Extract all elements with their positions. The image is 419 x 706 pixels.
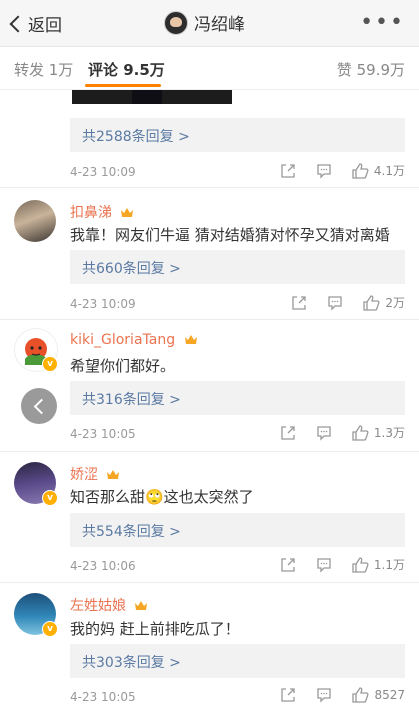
comment-button[interactable] [316,687,332,703]
chevron-left-icon [33,398,50,415]
reply-count-link[interactable]: 共660条回复 > [82,258,181,278]
tab-repost[interactable]: 转发 1万 [14,59,73,80]
comment-actions: 4.1万 [260,162,405,179]
verified-badge-icon: v [42,621,58,637]
tab-bar: 转发 1万 评论 9.5万 赞 59.9万 [0,47,419,90]
page-title: 冯绍峰 [164,10,245,35]
comment-username[interactable]: 左姓姑娘 [70,595,148,615]
like-count: 4.1万 [373,164,405,178]
crown-icon [107,470,120,479]
like-count: 2万 [385,296,405,310]
comment-button[interactable] [316,425,332,441]
avatar[interactable] [14,200,56,242]
crown-icon [135,601,148,610]
reply-count-link[interactable]: 共316条回复 > [82,389,181,409]
reply-count-link[interactable]: 共2588条回复 > [82,126,190,146]
comment-item: v kiki_GloriaTang 希望你们都好。 共316条回复 > 4-23… [0,320,419,451]
share-icon [281,163,295,178]
comment-icon [328,295,343,311]
comment-feed[interactable]: 共2588条回复 > 4-23 10:09 4.1万 扣鼻涕 我靠！网友们牛逼 … [0,90,419,706]
comment-icon [317,688,332,703]
share-button[interactable] [280,425,296,441]
share-icon [281,557,295,572]
comment-button[interactable] [316,557,332,573]
comment-text: 知否那么甜🙄这也太突然了 [70,488,254,506]
comment-actions: 1.1万 [260,556,405,573]
more-options-icon[interactable]: ••• [360,10,405,35]
reply-box[interactable]: 共554条回复 > [70,513,405,547]
comment-icon [317,557,331,573]
comment-actions: 8527 [260,687,405,703]
back-label: 返回 [28,16,62,36]
verified-badge-icon: v [42,490,58,506]
thumbs-up-icon [352,556,369,573]
comment-item: v 娇涩 知否那么甜🙄这也太突然了 共554条回复 > 4-23 10:06 1… [0,452,419,582]
reply-count-link[interactable]: 共303条回复 > [82,652,181,672]
share-button[interactable] [280,163,296,179]
like-button[interactable]: 1.3万 [352,424,405,441]
comment-date: 4-23 10:05 [70,690,136,704]
share-icon [281,425,295,440]
reply-box[interactable]: 共660条回复 > [70,250,405,284]
comment-text: 希望你们都好。 [70,357,176,375]
username-text: kiki_GloriaTang [70,332,176,348]
comment-username[interactable]: 娇涩 [70,464,120,484]
thumbs-up-icon [352,162,369,179]
thumbs-up-icon [363,294,380,311]
share-button[interactable] [291,295,307,311]
like-count: 1.3万 [373,426,405,440]
comment-date: 4-23 10:09 [70,165,136,179]
username-text: 娇涩 [70,467,98,483]
back-button[interactable]: 返回 [8,11,62,36]
comment-date: 4-23 10:09 [70,297,136,311]
share-icon [281,688,296,702]
comment-actions: 1.3万 [260,424,405,441]
floating-back-button[interactable] [21,388,57,424]
comment-icon [317,163,331,179]
comment-button[interactable] [327,295,343,311]
comment-text: 我靠！网友们牛逼 猜对结婚猜对怀孕又猜对离婚 [70,226,390,244]
chevron-left-icon [9,15,27,32]
like-button[interactable]: 4.1万 [352,162,405,179]
like-count: 8527 [374,688,405,702]
like-count: 1.1万 [373,558,405,572]
share-button[interactable] [280,687,296,703]
comment-item: 共2588条回复 > 4-23 10:09 4.1万 [0,90,419,187]
comment-username[interactable]: 扣鼻涕 [70,202,134,222]
crown-icon [121,208,134,217]
thumbs-up-icon [352,687,369,703]
comment-item: v 左姓姑娘 我的妈 赶上前排吃瓜了！ 共303条回复 > 4-23 10:05… [0,583,419,706]
verified-badge-icon: v [42,356,58,372]
tab-comments[interactable]: 评论 9.5万 [88,59,165,80]
reply-box[interactable]: 共316条回复 > [70,381,405,415]
like-button[interactable]: 1.1万 [352,556,405,573]
username-text: 左姓姑娘 [70,598,126,614]
comment-date: 4-23 10:06 [70,559,136,573]
comment-actions: 2万 [271,294,405,311]
user-avatar [164,10,188,35]
comment-username[interactable]: kiki_GloriaTang [70,332,198,348]
comment-icon [317,425,331,441]
like-button[interactable]: 2万 [363,294,405,311]
tab-likes[interactable]: 赞 59.9万 [337,59,405,80]
crown-icon [184,335,197,344]
comment-image[interactable] [72,90,232,104]
comment-item: 扣鼻涕 我靠！网友们牛逼 猜对结婚猜对怀孕又猜对离婚 共660条回复 > 4-2… [0,188,419,319]
reply-count-link[interactable]: 共554条回复 > [82,521,181,541]
comment-button[interactable] [316,163,332,179]
comment-text: 我的妈 赶上前排吃瓜了！ [70,620,240,638]
share-button[interactable] [280,557,296,573]
reply-box[interactable]: 共2588条回复 > [70,118,405,152]
top-bar: 返回 冯绍峰 ••• [0,0,419,47]
username-text: 扣鼻涕 [70,205,112,221]
user-name: 冯绍峰 [194,15,245,35]
like-button[interactable]: 8527 [352,687,405,703]
active-tab-indicator [85,84,161,87]
share-icon [292,295,307,310]
comment-date: 4-23 10:05 [70,427,136,441]
reply-box[interactable]: 共303条回复 > [70,644,405,678]
thumbs-up-icon [352,424,369,441]
